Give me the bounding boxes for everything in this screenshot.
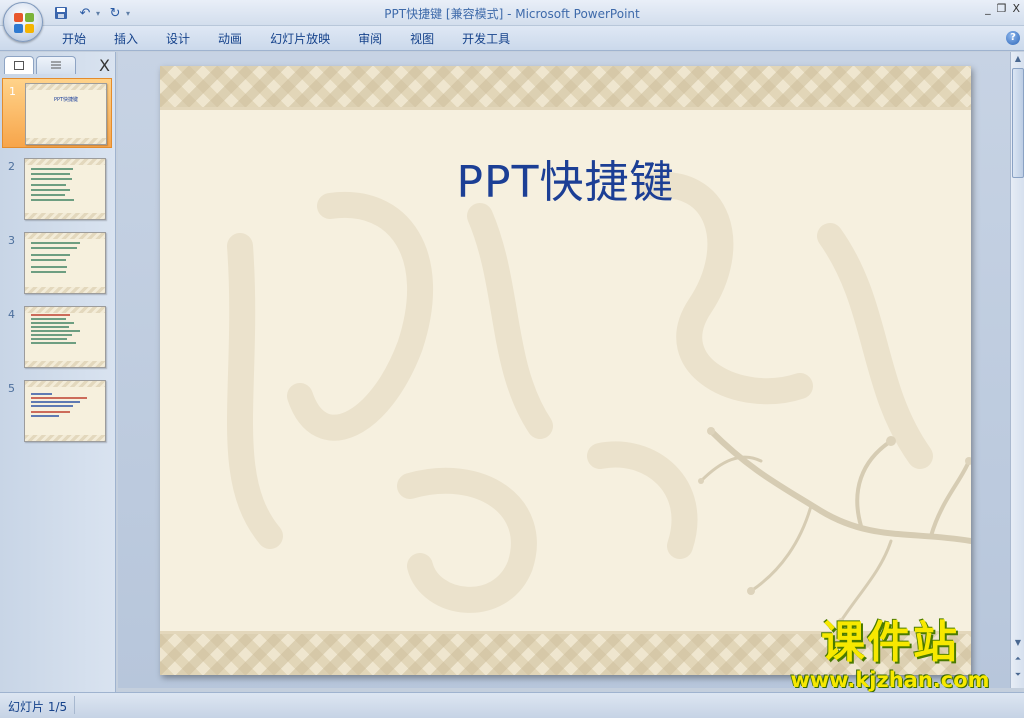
slide-title[interactable]: PPT快捷键 <box>160 146 971 210</box>
tab-developer[interactable]: 开发工具 <box>448 30 524 48</box>
application-name: Microsoft PowerPoint <box>515 7 640 21</box>
tab-design[interactable]: 设计 <box>152 30 204 48</box>
status-bar: 幻灯片 1/5 <box>0 692 1024 718</box>
ribbon-tabs: 开始 插入 设计 动画 幻灯片放映 审阅 视图 开发工具 <box>48 30 524 48</box>
scroll-up-icon[interactable]: ▲ <box>1012 52 1024 66</box>
slide-editing-area[interactable]: PPT快捷键 <box>118 52 1010 688</box>
window-title: PPT快捷键 [兼容模式] - Microsoft PowerPoint <box>0 5 1024 22</box>
minimize-button[interactable]: _ <box>985 2 991 15</box>
pane-tabs: X <box>0 54 116 76</box>
slide-number: 4 <box>8 308 15 321</box>
next-slide-icon[interactable]: ⏷ <box>1012 668 1024 682</box>
outline-tab-icon <box>51 61 61 69</box>
tab-home[interactable]: 开始 <box>48 30 100 48</box>
ribbon-tab-bar: 开始 插入 设计 动画 幻灯片放映 审阅 视图 开发工具 ? <box>0 26 1024 51</box>
tab-slide-show[interactable]: 幻灯片放映 <box>256 30 344 48</box>
office-button[interactable] <box>3 2 43 42</box>
slide-preview <box>24 306 106 368</box>
tab-review[interactable]: 审阅 <box>344 30 396 48</box>
plum-branch-graphic <box>698 427 971 624</box>
slide-preview-title: PPT快捷键 <box>53 97 79 103</box>
slide-number: 5 <box>8 382 15 395</box>
outline-tab[interactable] <box>36 56 76 74</box>
slide-preview: PPT快捷键 <box>25 83 107 145</box>
slide-preview <box>24 380 106 442</box>
close-button[interactable]: X <box>1012 2 1020 15</box>
slide-thumbnail-3[interactable]: 3 <box>2 228 112 298</box>
slide-preview <box>24 158 106 220</box>
office-logo-icon <box>14 13 34 33</box>
slide-thumbnail-1[interactable]: 1 PPT快捷键 <box>2 78 112 148</box>
scroll-down-icon[interactable]: ▼ <box>1012 636 1024 650</box>
slide-thumbnail-5[interactable]: 5 <box>2 376 112 446</box>
slide-number: 1 <box>9 85 16 98</box>
slides-tab-icon <box>14 61 24 70</box>
site-watermark: 课件站 www.kjzhan.com <box>778 618 1002 694</box>
slide-thumbnail-4[interactable]: 4 <box>2 302 112 372</box>
tab-insert[interactable]: 插入 <box>100 30 152 48</box>
slides-pane: X 1 PPT快捷键 2 3 4 5 <box>0 52 116 692</box>
watermark-url: www.kjzhan.com <box>790 668 990 692</box>
slide-preview-text-lines <box>31 242 101 276</box>
slide-number: 3 <box>8 234 15 247</box>
slide-preview <box>24 232 106 294</box>
slide-preview-text-lines <box>31 168 101 204</box>
slide-preview-text-lines <box>31 393 101 420</box>
window-controls: _ ❐ X <box>985 2 1020 15</box>
current-slide[interactable]: PPT快捷键 <box>160 66 971 675</box>
watermark-logo-text: 课件站 <box>821 617 959 668</box>
slides-tab[interactable] <box>4 56 34 74</box>
help-icon[interactable]: ? <box>1006 31 1020 45</box>
slide-number: 2 <box>8 160 15 173</box>
status-divider <box>74 696 75 714</box>
close-pane-icon[interactable]: X <box>99 56 110 75</box>
vertical-scrollbar[interactable]: ▲ ▼ ⏶ ⏷ <box>1010 52 1024 688</box>
slide-counter: 幻灯片 1/5 <box>8 700 68 714</box>
tab-animations[interactable]: 动画 <box>204 30 256 48</box>
slide-top-border-decoration <box>160 66 971 110</box>
document-name: PPT快捷键 [兼容模式] <box>384 7 504 21</box>
restore-button[interactable]: ❐ <box>997 2 1007 15</box>
previous-slide-icon[interactable]: ⏶ <box>1012 652 1024 666</box>
slide-thumbnail-2[interactable]: 2 <box>2 154 112 224</box>
title-bar: ↶ ▾ ↻ ▾ PPT快捷键 [兼容模式] - Microsoft PowerP… <box>0 0 1024 26</box>
title-separator: - <box>503 7 516 21</box>
tab-view[interactable]: 视图 <box>396 30 448 48</box>
slide-preview-text-lines <box>31 314 101 346</box>
scrollbar-thumb[interactable] <box>1012 68 1024 178</box>
